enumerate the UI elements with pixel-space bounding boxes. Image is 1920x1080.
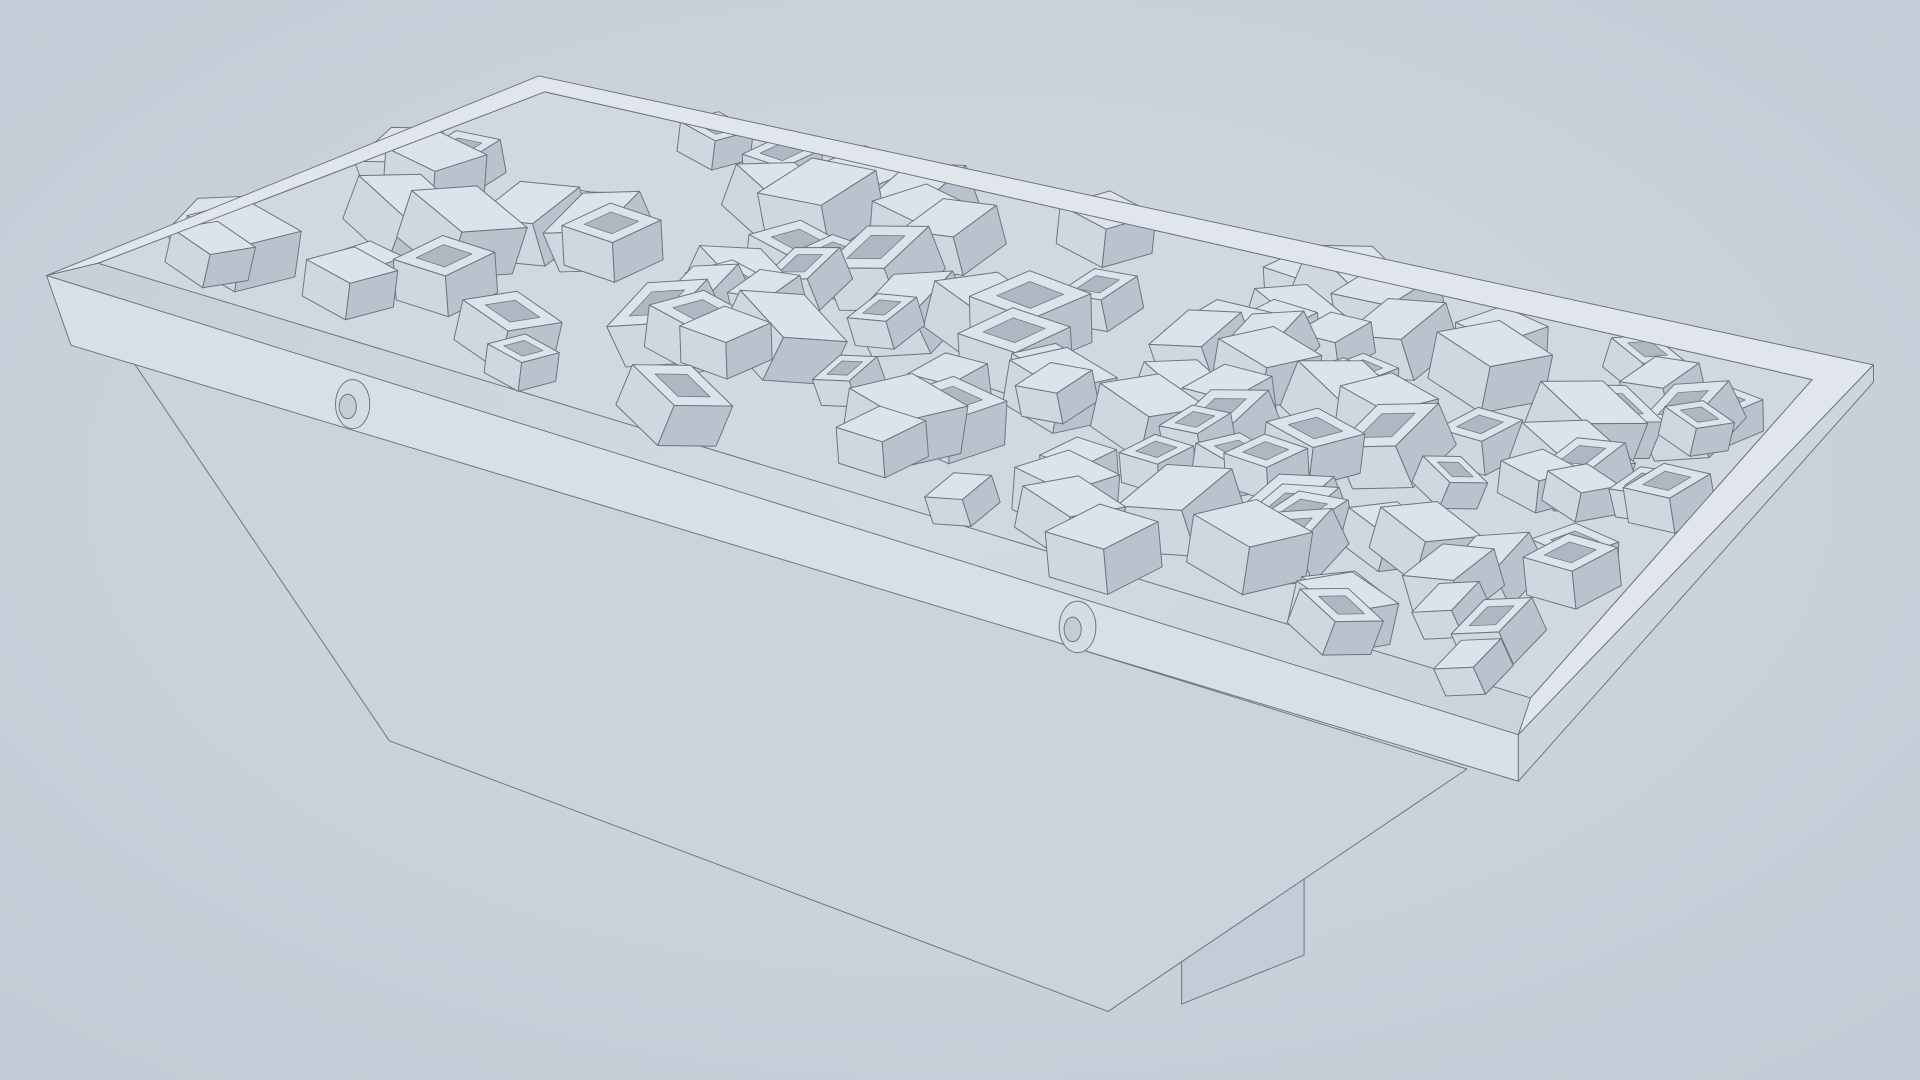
render-scene [0, 0, 1920, 1080]
lifting-lug-right [1058, 600, 1097, 654]
lifting-lug-left [335, 379, 371, 430]
